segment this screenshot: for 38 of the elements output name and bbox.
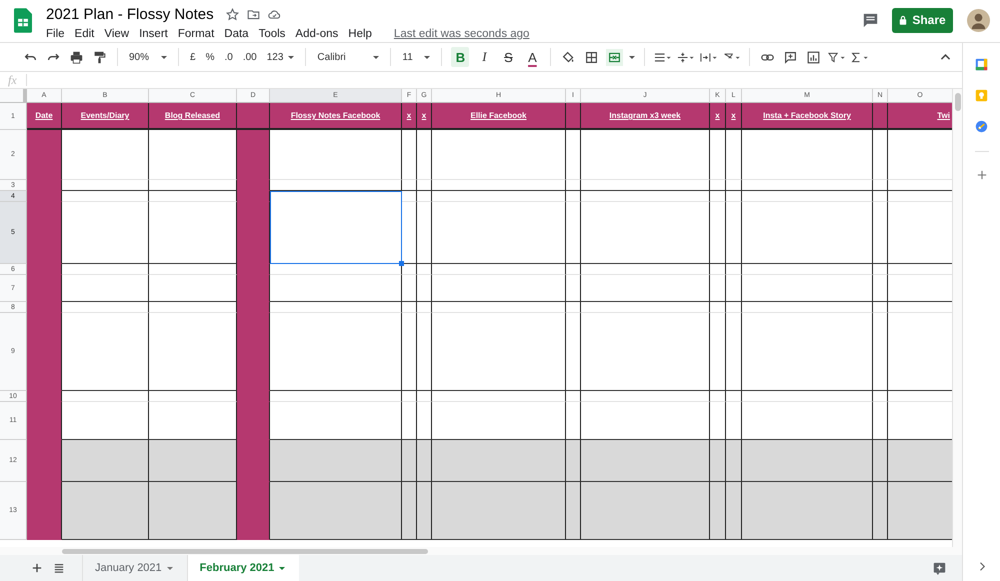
bold-button[interactable]: B: [451, 47, 470, 67]
menu-item[interactable]: Edit: [74, 28, 94, 40]
document-title[interactable]: 2021 Plan - Flossy Notes: [46, 6, 214, 22]
header-cell: x: [710, 103, 726, 130]
increase-decimals-button[interactable]: .00: [240, 47, 259, 67]
last-edit-link[interactable]: Last edit was seconds ago: [394, 28, 530, 40]
menu-item[interactable]: File: [46, 28, 65, 40]
header-cell: Blog Released: [149, 103, 237, 130]
formula-label: fx: [7, 72, 18, 88]
header-cell: Insta + Facebook Story: [742, 103, 873, 130]
header-cell: Twi: [888, 103, 952, 130]
header-cell: Date: [27, 103, 62, 130]
header-cell: Flossy Notes Facebook: [270, 103, 402, 130]
italic-button[interactable]: I: [475, 47, 494, 67]
strikethrough-button[interactable]: S: [499, 47, 518, 67]
menu-item[interactable]: Insert: [139, 28, 168, 40]
sheet-tab[interactable]: February 2021: [186, 555, 300, 581]
decrease-decimals-button[interactable]: .0: [222, 47, 235, 67]
menu-item[interactable]: Tools: [258, 28, 286, 40]
currency-format-button[interactable]: £: [188, 47, 198, 67]
text-color-button[interactable]: A: [523, 47, 542, 67]
header-cell: Ellie Facebook: [432, 103, 566, 130]
menu-item[interactable]: Data: [224, 28, 249, 40]
menu-item[interactable]: View: [104, 28, 130, 40]
header-cell: Instagram x3 week: [581, 103, 710, 130]
number-format-dropdown[interactable]: 123: [264, 47, 296, 67]
menu-item[interactable]: Add-ons: [295, 28, 338, 40]
percent-format-button[interactable]: %: [204, 47, 216, 67]
menu-item[interactable]: Help: [348, 28, 372, 40]
share-button[interactable]: Share: [892, 8, 953, 32]
font-dropdown[interactable]: Calibri: [315, 47, 382, 67]
font-size-dropdown[interactable]: 11: [400, 47, 432, 67]
header-cell: x: [417, 103, 432, 130]
menu-item[interactable]: Format: [178, 28, 214, 40]
zoom-dropdown[interactable]: 90%: [127, 47, 169, 67]
header-cell: x: [402, 103, 417, 130]
header-cell: Events/Diary: [62, 103, 149, 130]
header-cell: x: [726, 103, 742, 130]
